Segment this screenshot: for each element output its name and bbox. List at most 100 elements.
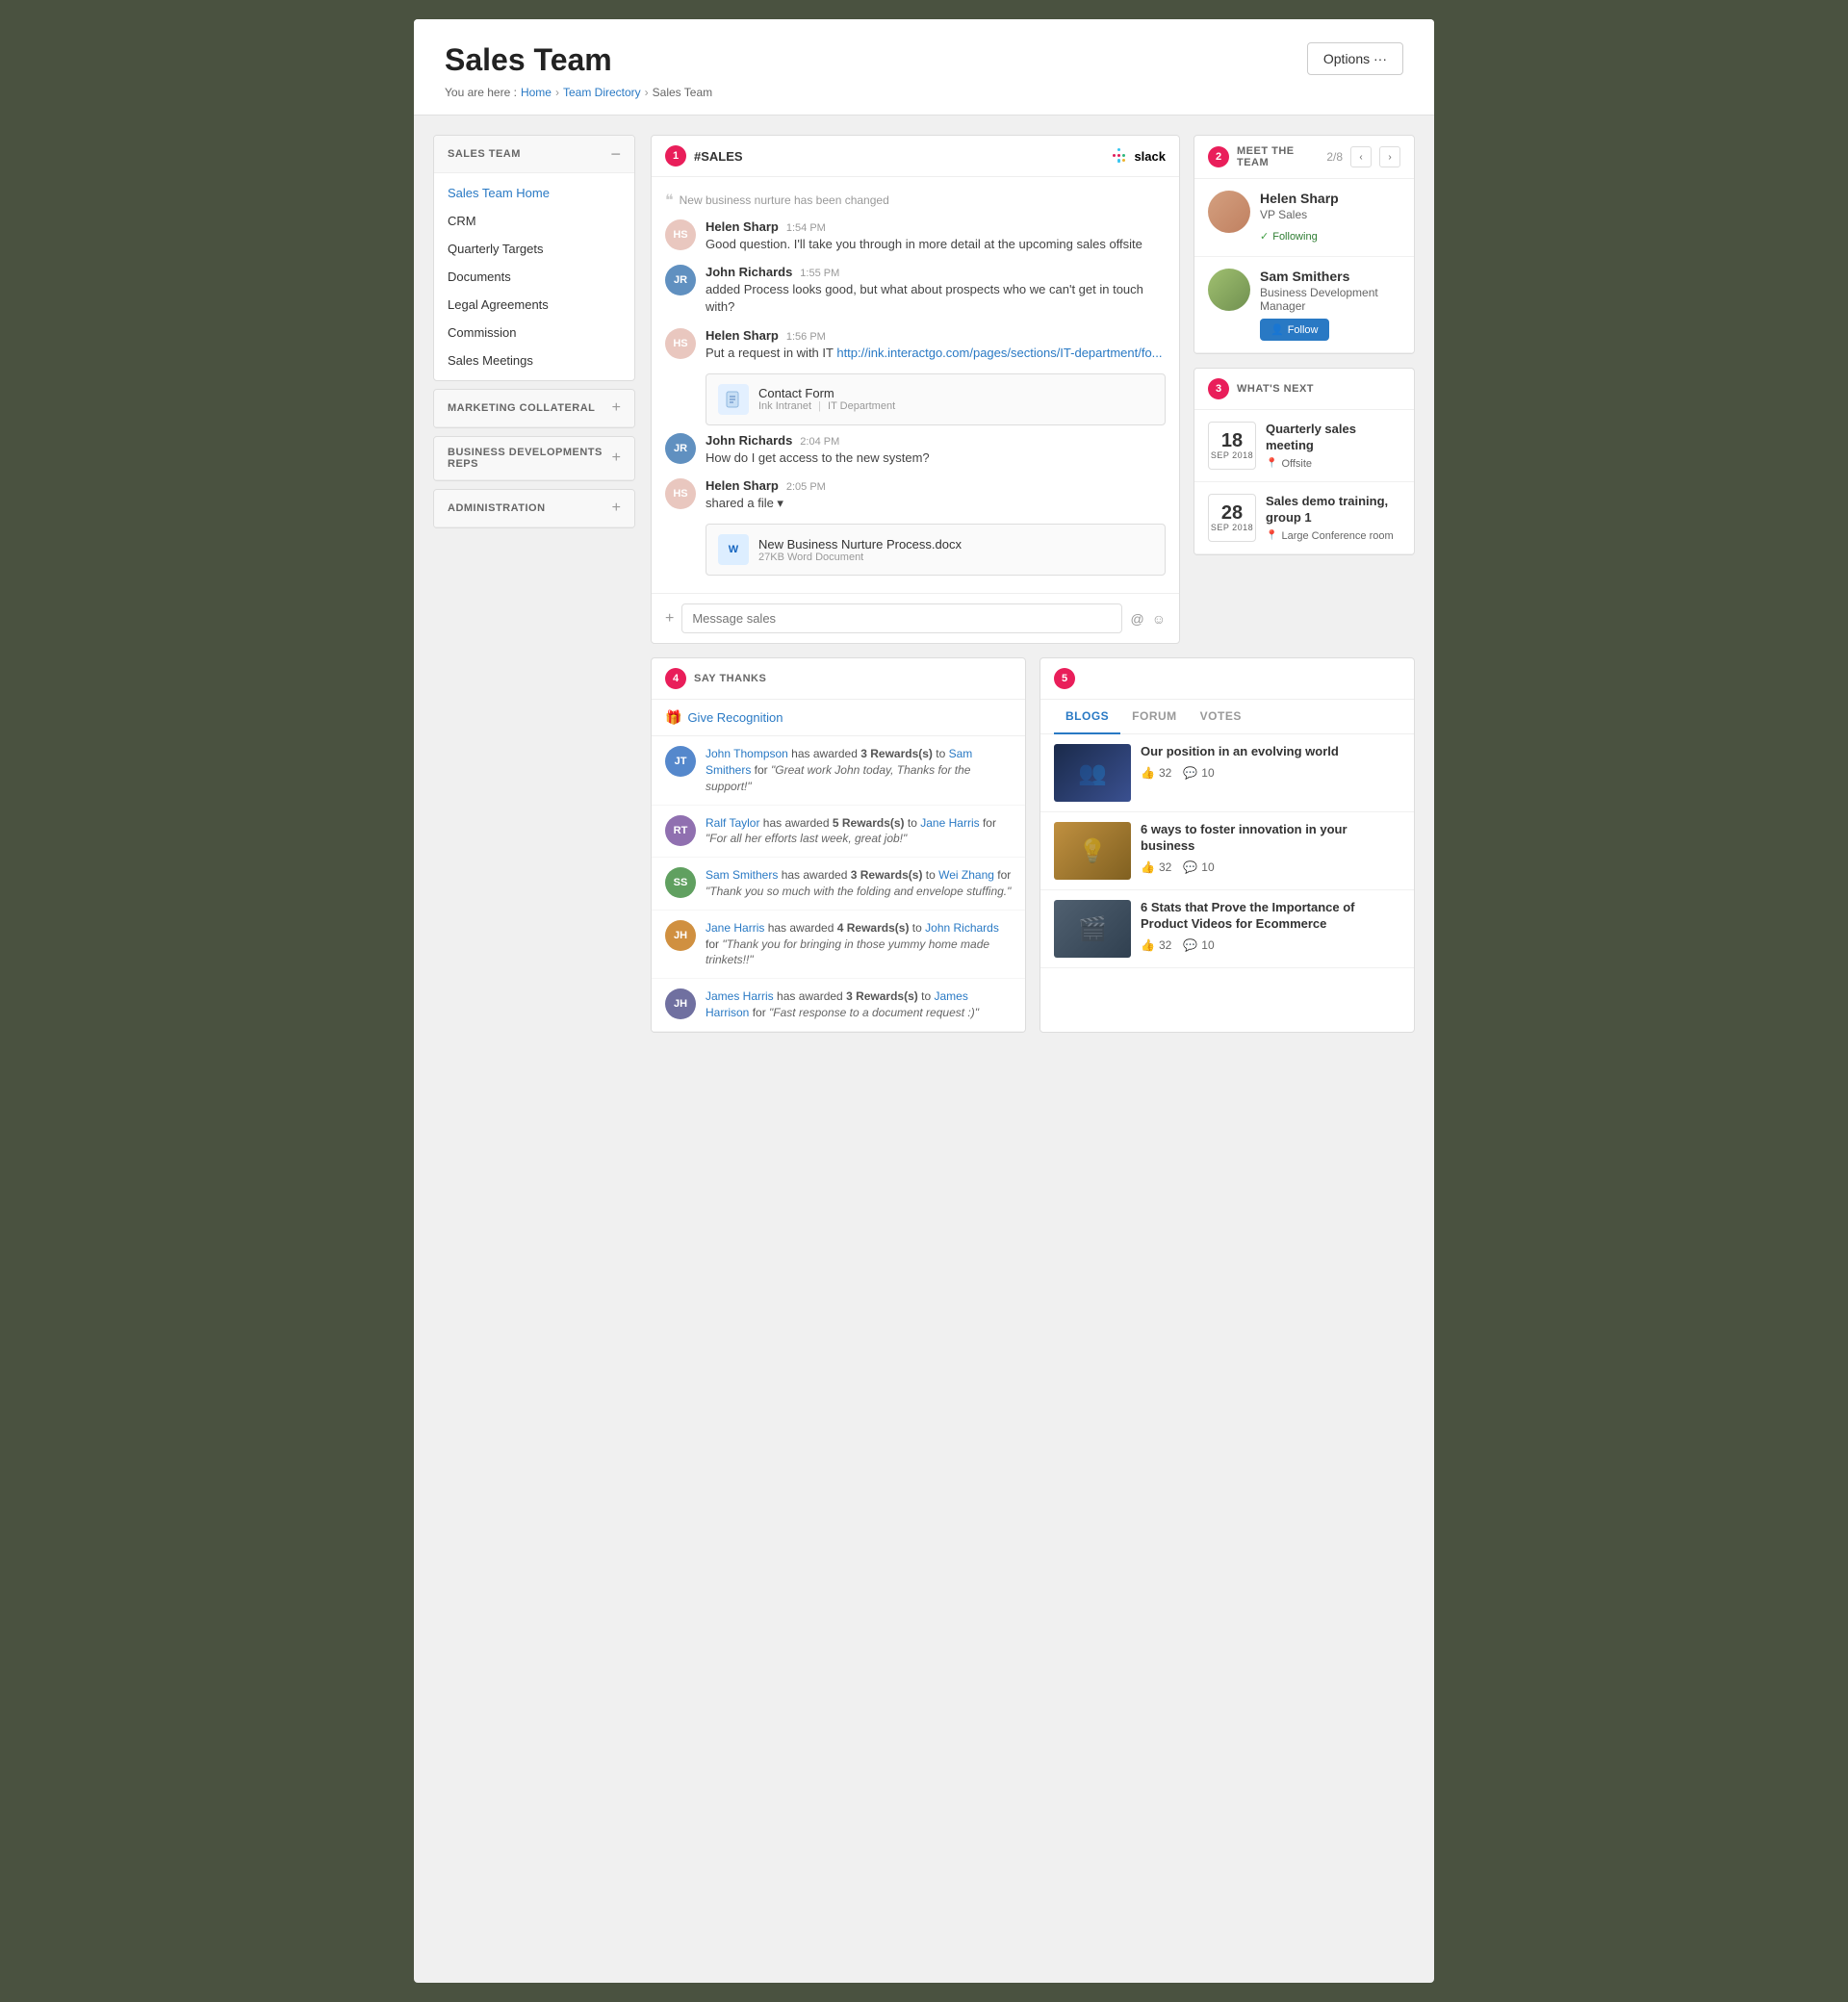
blog-comments-2: 💬 10: [1183, 860, 1214, 874]
blog-img-icon-1: 👥: [1078, 759, 1107, 787]
breadcrumb-home[interactable]: Home: [521, 86, 552, 99]
message-add-icon[interactable]: +: [665, 610, 674, 628]
reward-giver-4[interactable]: Jane Harris: [706, 921, 764, 935]
chat-name-1: Helen Sharp: [706, 219, 779, 234]
reward-giver-1[interactable]: John Thompson: [706, 747, 788, 760]
blog-title-1[interactable]: Our position in an evolving world: [1141, 744, 1400, 760]
slack-icon: [1111, 146, 1130, 166]
tab-forum[interactable]: FORUM: [1120, 700, 1189, 734]
comment-icon-1: 💬: [1183, 766, 1197, 780]
options-label: Options ···: [1323, 51, 1387, 66]
chat-name-5: Helen Sharp: [706, 478, 779, 493]
sidebar-sales-nav: Sales Team Home CRM Quarterly Targets Do…: [434, 173, 634, 380]
avatar-helen-3: HS: [665, 478, 696, 509]
sidebar-admin-toggle[interactable]: +: [612, 500, 621, 517]
meet-team-header: 2 MEET THE TEAM 2/8 ‹ ›: [1194, 136, 1414, 179]
page-header: Sales Team Options ··· You are here : Ho…: [414, 19, 1434, 116]
avatar-helen-2: HS: [665, 328, 696, 359]
blog-comments-3: 💬 10: [1183, 938, 1214, 952]
reward-text-2: Ralf Taylor has awarded 5 Rewards(s) to …: [706, 815, 1012, 848]
top-row: 1 #SALES: [651, 135, 1415, 644]
system-msg-text: New business nurture has been changed: [680, 193, 889, 207]
sidebar-sales-team-header: SALES TEAM −: [434, 136, 634, 173]
options-button[interactable]: Options ···: [1307, 42, 1403, 75]
blog-image-2: 💡: [1054, 822, 1131, 880]
chat-text-4: How do I get access to the new system?: [706, 449, 1166, 467]
chat-name-2: John Richards: [706, 265, 792, 279]
event-date-1: 18 SEP 2018: [1208, 422, 1256, 470]
comment-count-1: 10: [1201, 766, 1214, 780]
right-column: 2 MEET THE TEAM 2/8 ‹ › Helen Sharp VP S…: [1194, 135, 1415, 644]
reward-giver-2[interactable]: Ralf Taylor: [706, 816, 759, 830]
chat-link[interactable]: http://ink.interactgo.com/pages/sections…: [836, 346, 1162, 360]
sidebar-item-legal[interactable]: Legal Agreements: [434, 291, 634, 319]
sidebar-item-documents[interactable]: Documents: [434, 263, 634, 291]
reward-text-3: Sam Smithers has awarded 3 Rewards(s) to…: [706, 867, 1012, 900]
member-info-helen: Helen Sharp VP Sales ✓ Following: [1260, 191, 1400, 244]
like-count-2: 32: [1159, 860, 1171, 874]
blog-likes-3: 👍 32: [1141, 938, 1171, 952]
reward-recipient-3[interactable]: Wei Zhang: [938, 868, 994, 882]
avatar-sam-smithers: [1208, 269, 1250, 311]
give-recognition-button[interactable]: 🎁 Give Recognition: [652, 700, 1025, 736]
reward-giver-3[interactable]: Sam Smithers: [706, 868, 778, 882]
sidebar-section-sales-team: SALES TEAM − Sales Team Home CRM Quarter…: [433, 135, 635, 381]
sidebar-marketing-toggle[interactable]: +: [612, 399, 621, 417]
sidebar-bizdev-header[interactable]: BUSINESS DEVELOPMENTS REPS +: [434, 437, 634, 480]
sidebar-item-quarterly-targets[interactable]: Quarterly Targets: [434, 235, 634, 263]
chat-message-5: HS Helen Sharp 2:05 PM shared a file ▾: [665, 478, 1166, 512]
blog-likes-2: 👍 32: [1141, 860, 1171, 874]
reward-recipient-4[interactable]: John Richards: [925, 921, 999, 935]
sidebar-admin-header[interactable]: ADMINISTRATION +: [434, 490, 634, 527]
at-icon[interactable]: @: [1130, 611, 1143, 627]
like-count-3: 32: [1159, 938, 1171, 952]
meet-prev-button[interactable]: ‹: [1350, 146, 1372, 167]
sidebar-section-admin: ADMINISTRATION +: [433, 489, 635, 528]
following-badge-helen: ✓ Following: [1260, 230, 1318, 243]
sidebar-item-commission[interactable]: Commission: [434, 319, 634, 346]
blog-title-3[interactable]: 6 Stats that Prove the Importance of Pro…: [1141, 900, 1400, 933]
event-info-2: Sales demo training, group 1 📍 Large Con…: [1266, 494, 1400, 542]
follow-button-sam[interactable]: 👤 Follow: [1260, 319, 1329, 341]
blogs-widget: 5 BLOGS FORUM VOTES 👥: [1040, 657, 1415, 1033]
say-thanks-badge: 4: [665, 668, 686, 689]
event-location-text-1: Offsite: [1281, 458, 1312, 470]
main-content: 1 #SALES: [651, 135, 1415, 1033]
team-member-helen: Helen Sharp VP Sales ✓ Following: [1194, 179, 1414, 257]
breadcrumb-team-dir[interactable]: Team Directory: [563, 86, 641, 99]
attachment-contact-form[interactable]: Contact Form Ink Intranet | IT Departmen…: [706, 373, 1166, 425]
event-location-1: 📍 Offsite: [1266, 458, 1400, 470]
reward-item-1: JT John Thompson has awarded 3 Rewards(s…: [652, 736, 1025, 805]
sidebar-item-meetings[interactable]: Sales Meetings: [434, 346, 634, 374]
avatar-helen-sharp: [1208, 191, 1250, 233]
meet-team-widget: 2 MEET THE TEAM 2/8 ‹ › Helen Sharp VP S…: [1194, 135, 1415, 354]
like-count-1: 32: [1159, 766, 1171, 780]
reward-avatar-ralf: RT: [665, 815, 696, 846]
blog-title-2[interactable]: 6 ways to foster innovation in your busi…: [1141, 822, 1400, 855]
sidebar-sales-team-title: SALES TEAM: [448, 148, 521, 160]
chat-text-2: added Process looks good, but what about…: [706, 281, 1166, 316]
sidebar-item-crm[interactable]: CRM: [434, 207, 634, 235]
attachment-form-source: Ink Intranet | IT Department: [758, 400, 895, 412]
sidebar-bizdev-toggle[interactable]: +: [612, 449, 621, 467]
blog-thumb-3: 🎬: [1054, 900, 1131, 958]
meet-next-button[interactable]: ›: [1379, 146, 1400, 167]
blogs-header: 5: [1040, 658, 1414, 700]
tab-votes[interactable]: VOTES: [1189, 700, 1253, 734]
emoji-icon[interactable]: ☺: [1152, 611, 1166, 627]
message-input[interactable]: [681, 603, 1122, 633]
sidebar: SALES TEAM − Sales Team Home CRM Quarter…: [433, 135, 635, 1033]
attachment-doc[interactable]: W New Business Nurture Process.docx 27KB…: [706, 524, 1166, 576]
chat-message-2: JR John Richards 1:55 PM added Process l…: [665, 265, 1166, 316]
system-message: ❝ New business nurture has been changed: [665, 187, 1166, 219]
sidebar-item-sales-home[interactable]: Sales Team Home: [434, 179, 634, 207]
chat-time-3: 1:56 PM: [786, 331, 826, 343]
blogs-tabs: BLOGS FORUM VOTES: [1040, 700, 1414, 734]
reward-giver-5[interactable]: James Harris: [706, 989, 774, 1003]
blog-post-3: 🎬 6 Stats that Prove the Importance of P…: [1040, 890, 1414, 968]
sidebar-sales-team-toggle[interactable]: −: [610, 145, 621, 163]
sidebar-marketing-header[interactable]: MARKETING COLLATERAL +: [434, 390, 634, 427]
tab-blogs[interactable]: BLOGS: [1054, 700, 1120, 734]
reward-recipient-2[interactable]: Jane Harris: [920, 816, 979, 830]
whats-next-title: WHAT'S NEXT: [1237, 383, 1400, 395]
